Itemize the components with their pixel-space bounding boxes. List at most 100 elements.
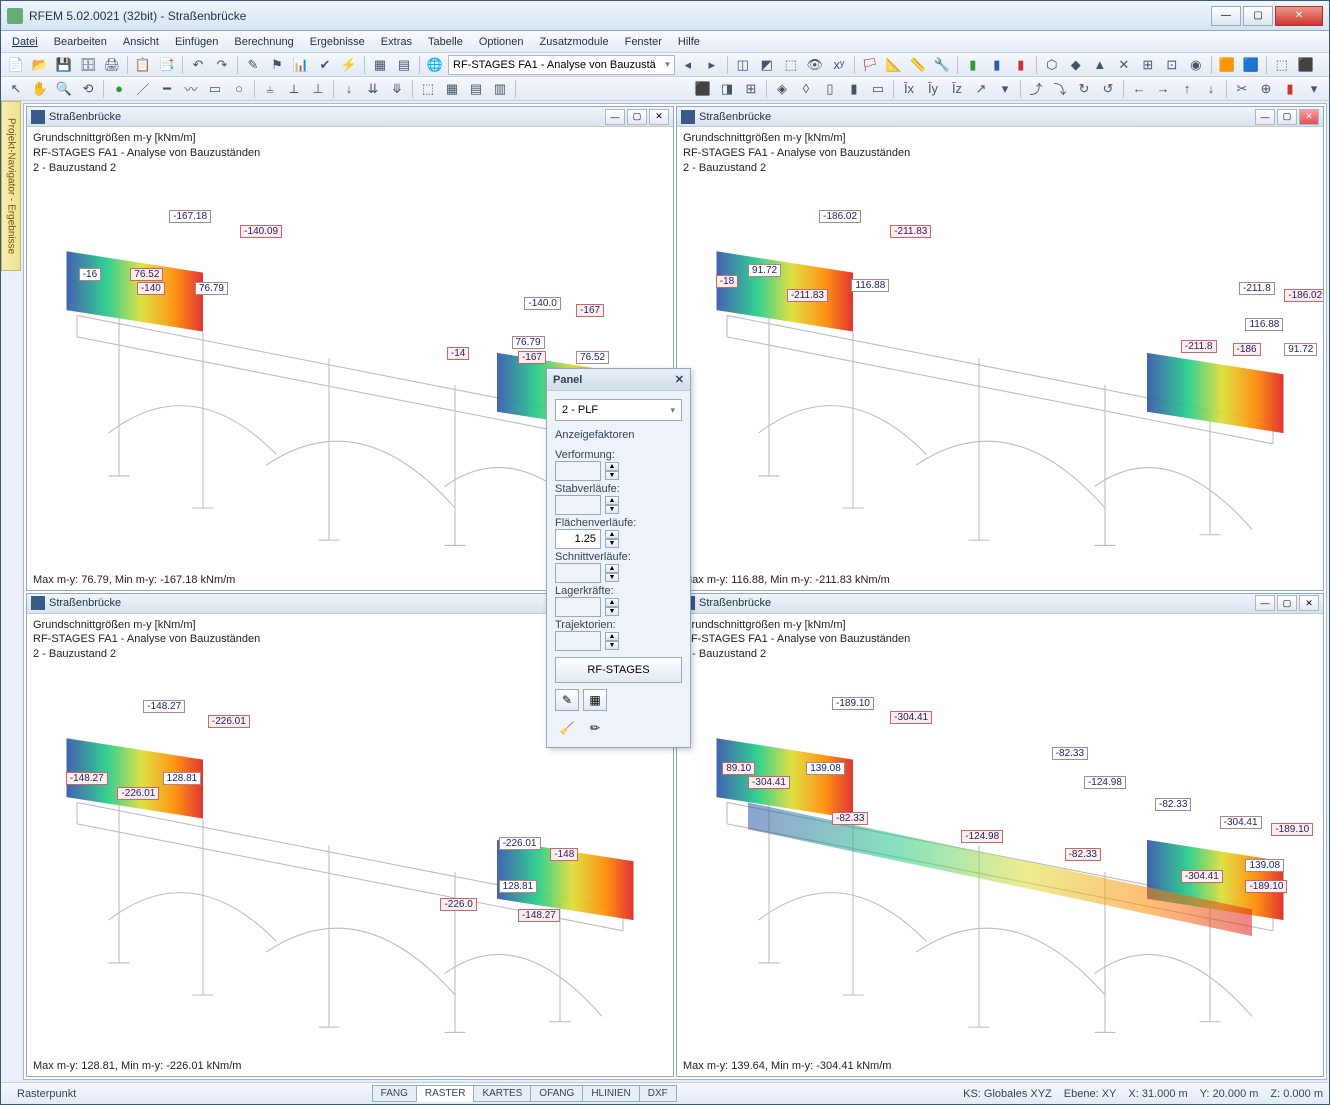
menu-extras[interactable]: Extras bbox=[374, 34, 419, 50]
redo-icon[interactable]: ↷ bbox=[211, 55, 233, 75]
g4-icon[interactable]: ✕ bbox=[1113, 55, 1135, 75]
prev-icon[interactable]: ◂ bbox=[677, 55, 699, 75]
load1-icon[interactable]: ↓ bbox=[338, 79, 360, 99]
minimize-button[interactable]: — bbox=[1211, 6, 1241, 26]
wand-icon[interactable]: ✎ bbox=[242, 55, 264, 75]
col2-icon[interactable]: ▮ bbox=[986, 55, 1008, 75]
saveall-icon[interactable]: 🗄 bbox=[77, 55, 99, 75]
globe-icon[interactable]: 🌐 bbox=[424, 55, 446, 75]
panel-titlebar[interactable]: Panel ✕ bbox=[547, 369, 690, 391]
load3-icon[interactable]: ⤋ bbox=[386, 79, 408, 99]
sup2-icon[interactable]: ⟂ bbox=[283, 79, 305, 99]
rot2-icon[interactable]: ⤵ bbox=[1049, 79, 1071, 99]
b-icon[interactable]: 📐 bbox=[883, 55, 905, 75]
rot3-icon[interactable]: ↻ bbox=[1073, 79, 1095, 99]
cursor-icon[interactable]: ↖ bbox=[5, 79, 27, 99]
circle-icon[interactable]: ○ bbox=[228, 79, 250, 99]
member-icon[interactable]: ━ bbox=[156, 79, 178, 99]
copy-icon[interactable]: 📋 bbox=[132, 55, 154, 75]
panel-tool2-icon[interactable]: ▦ bbox=[583, 689, 607, 711]
panel-tool1-icon[interactable]: ✎ bbox=[555, 689, 579, 711]
box2-icon[interactable]: 🟦 bbox=[1240, 55, 1262, 75]
save-icon[interactable]: 💾 bbox=[53, 55, 75, 75]
view-close-button[interactable]: ✕ bbox=[649, 109, 669, 125]
project-navigator-tab[interactable]: Projekt-Navigator - Ergebnisse bbox=[1, 101, 21, 271]
print-icon[interactable]: 🖨 bbox=[101, 55, 123, 75]
col3-icon[interactable]: ▮ bbox=[1010, 55, 1032, 75]
spinner[interactable]: ▲▼ bbox=[605, 530, 619, 548]
tool-b[interactable]: ▦ bbox=[441, 79, 463, 99]
status-tab-hlinien[interactable]: HLINIEN bbox=[582, 1085, 639, 1102]
g2-icon[interactable]: ◆ bbox=[1065, 55, 1087, 75]
view-close-button[interactable]: ✕ bbox=[1299, 109, 1319, 125]
rot1-icon[interactable]: ⤴ bbox=[1025, 79, 1047, 99]
menu-optionen[interactable]: Optionen bbox=[472, 34, 531, 50]
chart-icon[interactable]: 📊 bbox=[290, 55, 312, 75]
top-icon[interactable]: ▭ bbox=[867, 79, 889, 99]
menu-hilfe[interactable]: Hilfe bbox=[671, 34, 707, 50]
axis3-icon[interactable]: Īz bbox=[946, 79, 968, 99]
sup1-icon[interactable]: ⫨ bbox=[259, 79, 281, 99]
sel-icon[interactable]: ⬚ bbox=[1271, 55, 1293, 75]
col1-icon[interactable]: ▮ bbox=[962, 55, 984, 75]
close-icon[interactable]: ✕ bbox=[675, 373, 684, 386]
color-icon[interactable]: ▮ bbox=[1279, 79, 1301, 99]
rect-icon[interactable]: ▭ bbox=[204, 79, 226, 99]
paste-icon[interactable]: 📑 bbox=[156, 55, 178, 75]
loadcase-combo[interactable]: RF-STAGES FA1 - Analyse von Bauzustä bbox=[448, 55, 675, 75]
g3-icon[interactable]: ▲ bbox=[1089, 55, 1111, 75]
load2-icon[interactable]: ⇊ bbox=[362, 79, 384, 99]
panel-tool3-icon[interactable]: 🧹 bbox=[555, 717, 579, 739]
g7-icon[interactable]: ◉ bbox=[1185, 55, 1207, 75]
tool-d[interactable]: ▥ bbox=[489, 79, 511, 99]
menu-berechnung[interactable]: Berechnung bbox=[227, 34, 300, 50]
menu-ergebnisse[interactable]: Ergebnisse bbox=[303, 34, 372, 50]
iso-icon[interactable]: ◈ bbox=[771, 79, 793, 99]
mov4-icon[interactable]: ↓ bbox=[1200, 79, 1222, 99]
zoom-icon[interactable]: 🔍 bbox=[53, 79, 75, 99]
view2-icon[interactable]: ◨ bbox=[716, 79, 738, 99]
view-minimize-button[interactable]: — bbox=[605, 109, 625, 125]
grid-icon[interactable]: ▤ bbox=[393, 55, 415, 75]
view-body[interactable]: Grundschnittgrößen m-y [kNm/m]RF-STAGES … bbox=[677, 614, 1323, 1077]
mov2-icon[interactable]: → bbox=[1152, 79, 1174, 99]
ext-icon[interactable]: ⊕ bbox=[1255, 79, 1277, 99]
panel-combo[interactable]: 2 - PLF bbox=[555, 399, 682, 421]
status-tab-raster[interactable]: RASTER bbox=[416, 1085, 475, 1102]
maximize-button[interactable]: ▢ bbox=[1243, 6, 1273, 26]
tool-a[interactable]: ⬚ bbox=[417, 79, 439, 99]
menu-zusatzmodule[interactable]: Zusatzmodule bbox=[533, 34, 616, 50]
menu-datei[interactable]: Datei bbox=[5, 34, 45, 50]
hand-icon[interactable]: ✋ bbox=[29, 79, 51, 99]
sel2-icon[interactable]: ⬛ bbox=[1295, 55, 1317, 75]
d-icon[interactable]: 🔧 bbox=[931, 55, 953, 75]
view1-icon[interactable]: ⬛ bbox=[692, 79, 714, 99]
status-tab-kartes[interactable]: KARTES bbox=[473, 1085, 531, 1102]
menu-bearbeiten[interactable]: Bearbeiten bbox=[47, 34, 114, 50]
status-tab-ofang[interactable]: OFANG bbox=[530, 1085, 583, 1102]
check-icon[interactable]: ✔ bbox=[314, 55, 336, 75]
status-tab-dxf[interactable]: DXF bbox=[639, 1085, 677, 1102]
persp-icon[interactable]: ◊ bbox=[795, 79, 817, 99]
rf-stages-button[interactable]: RF-STAGES bbox=[555, 657, 682, 683]
viewport-2[interactable]: Straßenbrücke — ▢ ✕ Grundschnittgrößen m… bbox=[676, 106, 1324, 591]
rot4-icon[interactable]: ↺ bbox=[1097, 79, 1119, 99]
table-icon[interactable]: ▦ bbox=[369, 55, 391, 75]
menu-fenster[interactable]: Fenster bbox=[618, 34, 669, 50]
g5-icon[interactable]: ⊞ bbox=[1137, 55, 1159, 75]
curve-icon[interactable]: 〰 bbox=[180, 79, 202, 99]
cube3-icon[interactable]: ⬚ bbox=[780, 55, 802, 75]
g6-icon[interactable]: ⊡ bbox=[1161, 55, 1183, 75]
panel-tool4-icon[interactable]: ✏ bbox=[583, 717, 607, 739]
view-body[interactable]: Grundschnittgrößen m-y [kNm/m]RF-STAGES … bbox=[677, 127, 1323, 590]
viewport-4[interactable]: Straßenbrücke — ▢ ✕ Grundschnittgrößen m… bbox=[676, 593, 1324, 1078]
view-minimize-button[interactable]: — bbox=[1255, 595, 1275, 611]
flag-icon[interactable]: ⚑ bbox=[266, 55, 288, 75]
c-icon[interactable]: 📏 bbox=[907, 55, 929, 75]
line-icon[interactable]: ／ bbox=[132, 79, 154, 99]
view-minimize-button[interactable]: — bbox=[1255, 109, 1275, 125]
front-icon[interactable]: ▯ bbox=[819, 79, 841, 99]
view-maximize-button[interactable]: ▢ bbox=[1277, 109, 1297, 125]
rotate-icon[interactable]: ⟲ bbox=[77, 79, 99, 99]
a-icon[interactable]: 🏳 bbox=[859, 55, 881, 75]
